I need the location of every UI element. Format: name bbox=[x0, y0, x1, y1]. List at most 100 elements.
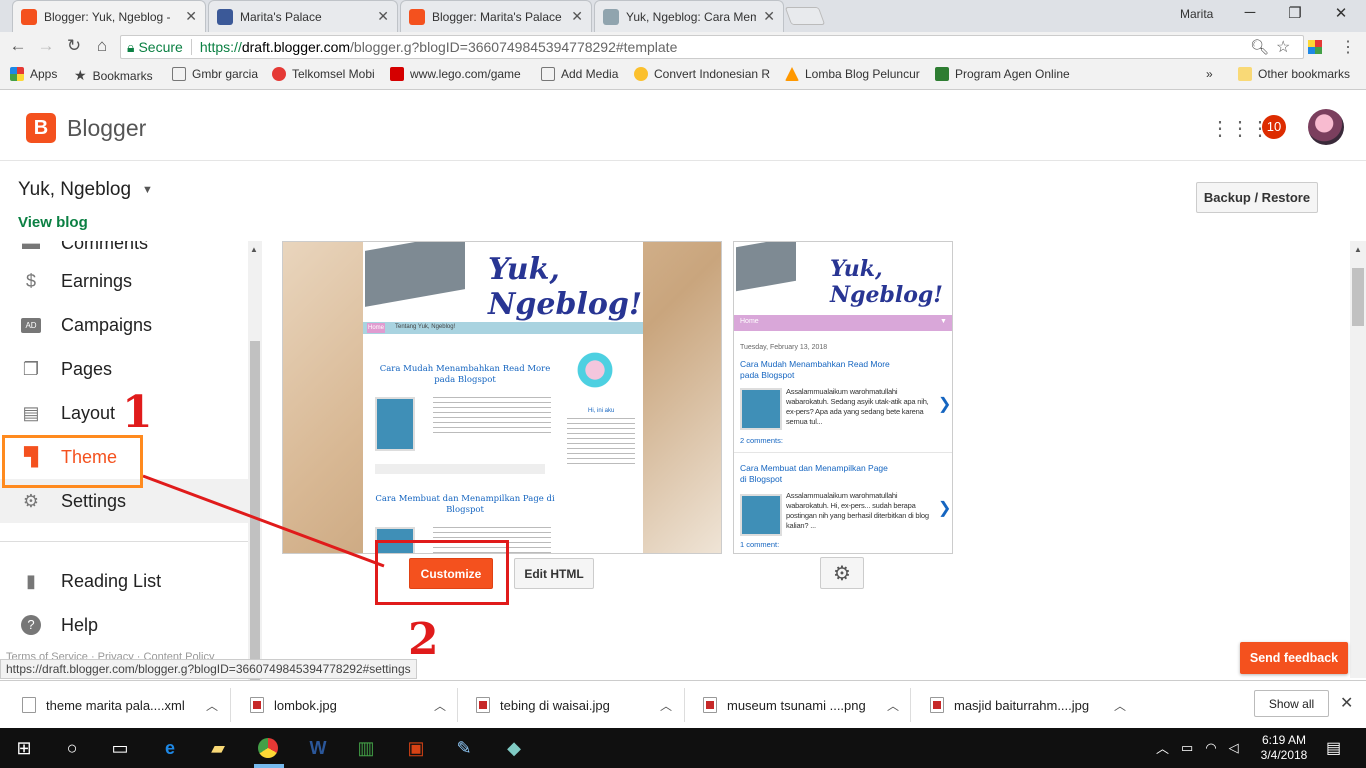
download-filename: lombok.jpg bbox=[274, 697, 337, 713]
other-bookmarks[interactable]: Other bookmarks bbox=[1238, 67, 1350, 81]
volume-icon[interactable]: ◁ bbox=[1229, 740, 1239, 756]
edge-icon[interactable]: e bbox=[156, 734, 184, 762]
notification-count-badge[interactable]: 10 bbox=[1262, 115, 1286, 139]
chevron-up-icon[interactable]: ︿ bbox=[660, 697, 672, 714]
wifi-icon[interactable]: ◠ bbox=[1205, 740, 1216, 756]
blogger-logo-icon[interactable]: B bbox=[26, 113, 56, 143]
close-tab-icon[interactable]: ✕ bbox=[377, 8, 389, 25]
battery-icon[interactable]: ▭ bbox=[1181, 740, 1193, 756]
preview-post-comments: 1 comment: bbox=[740, 540, 780, 549]
home-icon[interactable]: ⌂ bbox=[91, 36, 113, 56]
menu-icon[interactable]: ⋮ bbox=[1340, 37, 1356, 57]
reload-icon[interactable]: ↻ bbox=[63, 36, 85, 56]
nav-item-reading-list[interactable]: ▮ Reading List bbox=[0, 559, 248, 603]
close-tab-icon[interactable]: ✕ bbox=[763, 8, 775, 25]
mobile-theme-preview[interactable]: Yuk, Ngeblog! Home ▼ Tuesday, February 1… bbox=[733, 241, 953, 554]
download-divider bbox=[684, 688, 685, 722]
powerpoint-icon[interactable]: ▣ bbox=[402, 734, 430, 762]
taskbar-clock[interactable]: 6:19 AM 3/4/2018 bbox=[1258, 733, 1310, 763]
main-scrollbar-thumb[interactable] bbox=[1352, 268, 1364, 326]
paint-icon[interactable]: ✎ bbox=[450, 734, 478, 762]
bookmark-telkomsel[interactable]: Telkomsel Mobi bbox=[272, 67, 375, 81]
file-explorer-icon[interactable]: ▰ bbox=[204, 734, 232, 762]
edit-html-button[interactable]: Edit HTML bbox=[514, 558, 594, 589]
preview-post-thumbnail bbox=[375, 397, 415, 451]
backup-restore-button[interactable]: Backup / Restore bbox=[1196, 182, 1318, 213]
bookmark-star-icon[interactable]: ☆ bbox=[1276, 37, 1290, 57]
action-center-icon[interactable]: ▤ bbox=[1326, 738, 1341, 758]
back-icon[interactable]: ← bbox=[7, 36, 29, 56]
zoom-icon[interactable]: 🔍︎ bbox=[1250, 38, 1269, 56]
nav-scrollbar-thumb[interactable] bbox=[250, 341, 260, 681]
bookmark-add-media[interactable]: Add Media bbox=[541, 67, 618, 81]
desktop-theme-preview[interactable]: Yuk, Ngeblog! Home Tentang Yuk, Ngeblog!… bbox=[282, 241, 722, 554]
restore-window-icon[interactable]: ❐ bbox=[1283, 4, 1307, 22]
nav-item-pages[interactable]: ❐ Pages bbox=[0, 347, 248, 391]
nav-item-help[interactable]: ? Help bbox=[0, 603, 248, 647]
download-divider bbox=[910, 688, 911, 722]
blog-selector-name[interactable]: Yuk, Ngeblog bbox=[18, 179, 131, 201]
bookmark-lomba-blog[interactable]: Lomba Blog Peluncur bbox=[785, 67, 937, 81]
download-item[interactable]: tebing di waisai.jpg ︿ bbox=[476, 688, 672, 722]
nav-item-earnings[interactable]: $ Earnings bbox=[0, 259, 248, 303]
google-apps-icon[interactable]: ⋮⋮⋮ bbox=[1210, 116, 1270, 141]
preview-blog-title: Yuk, Ngeblog! bbox=[830, 256, 943, 308]
view-blog-link[interactable]: View blog bbox=[18, 214, 88, 231]
close-window-icon[interactable]: ✕ bbox=[1329, 4, 1353, 22]
bookmark-lego[interactable]: www.lego.com/game bbox=[390, 67, 522, 81]
show-all-downloads-button[interactable]: Show all bbox=[1254, 690, 1329, 717]
bookmark-program-agen[interactable]: Program Agen Online bbox=[935, 67, 1091, 81]
bookmark-label: Apps bbox=[30, 67, 58, 81]
secure-indicator[interactable]: 🔒︎ Secure bbox=[127, 39, 183, 56]
avatar[interactable] bbox=[1308, 109, 1344, 145]
bookmark-gmbr-garcia[interactable]: Gmbr garcia bbox=[172, 67, 258, 81]
search-icon[interactable]: ○ bbox=[58, 734, 86, 762]
download-item[interactable]: theme marita pala....xml ︿ bbox=[22, 688, 218, 722]
windows-start-icon[interactable]: ⊞ bbox=[10, 734, 38, 762]
bookmark-convert[interactable]: Convert Indonesian R bbox=[634, 67, 790, 81]
close-tab-icon[interactable]: ✕ bbox=[185, 8, 197, 25]
address-bar[interactable]: 🔒︎ Secure https://draft.blogger.com/blog… bbox=[120, 35, 1304, 59]
new-tab-button[interactable] bbox=[784, 7, 826, 25]
nav-label: Reading List bbox=[61, 570, 162, 591]
tab-blogger-maritas-palace[interactable]: Blogger: Marita's Palace ✕ bbox=[400, 0, 592, 32]
extension-icon[interactable] bbox=[1308, 40, 1322, 54]
chevron-down-icon[interactable]: ▼ bbox=[142, 184, 153, 196]
task-view-icon[interactable]: ▭ bbox=[106, 734, 134, 762]
tab-title: Marita's Palace bbox=[240, 9, 322, 24]
bookmarks-overflow[interactable]: » bbox=[1206, 67, 1213, 81]
download-item[interactable]: lombok.jpg ︿ bbox=[250, 688, 446, 722]
send-feedback-button[interactable]: Send feedback bbox=[1240, 642, 1348, 674]
preview-divider bbox=[734, 452, 952, 453]
tab-yuk-ngeblog-post[interactable]: Yuk, Ngeblog: Cara Mem ✕ bbox=[594, 0, 784, 32]
blogger-wordmark[interactable]: Blogger bbox=[67, 115, 146, 142]
bookmark-label: Bookmarks bbox=[92, 68, 153, 83]
chevron-up-icon[interactable]: ︿ bbox=[206, 697, 218, 714]
blog-favicon-icon bbox=[603, 8, 619, 25]
tab-blogger-yuk-ngeblog[interactable]: Blogger: Yuk, Ngeblog - ✕ bbox=[12, 0, 206, 32]
chevron-up-icon[interactable]: ︿ bbox=[434, 697, 446, 714]
mobile-settings-gear-icon[interactable]: ⚙ bbox=[820, 557, 864, 589]
preview-post-title: Cara Mudah Menambahkan Read More pada Bl… bbox=[379, 364, 551, 385]
app-icon[interactable]: ◆ bbox=[500, 734, 528, 762]
bookmark-bookmarks[interactable]: ★ Bookmarks bbox=[74, 67, 153, 84]
close-download-bar-icon[interactable]: ✕ bbox=[1340, 693, 1353, 713]
minimize-icon[interactable]: ─ bbox=[1238, 4, 1262, 21]
telkomsel-icon bbox=[272, 67, 286, 81]
browser-profile-name[interactable]: Marita bbox=[1180, 7, 1213, 21]
word-icon[interactable]: W bbox=[304, 734, 332, 762]
chrome-icon[interactable] bbox=[254, 734, 282, 762]
forward-icon[interactable]: → bbox=[35, 36, 57, 56]
chevron-up-icon[interactable]: ︿ bbox=[1156, 738, 1169, 757]
excel-chart-icon[interactable]: ▥ bbox=[352, 734, 380, 762]
chevron-up-icon[interactable]: ︿ bbox=[1114, 697, 1126, 714]
chevron-up-icon[interactable]: ︿ bbox=[887, 697, 899, 714]
tab-maritas-palace[interactable]: Marita's Palace ✕ bbox=[208, 0, 398, 32]
nav-item-campaigns[interactable]: AD Campaigns bbox=[0, 303, 248, 347]
bookmark-apps[interactable]: Apps bbox=[10, 67, 57, 81]
scroll-up-arrow-icon[interactable]: ▲ bbox=[250, 245, 258, 254]
close-tab-icon[interactable]: ✕ bbox=[571, 8, 583, 25]
scroll-up-arrow-icon[interactable]: ▲ bbox=[1354, 245, 1362, 254]
download-item[interactable]: museum tsunami ....png ︿ bbox=[703, 688, 899, 722]
download-item[interactable]: masjid baiturrahm....jpg ︿ bbox=[930, 688, 1126, 722]
